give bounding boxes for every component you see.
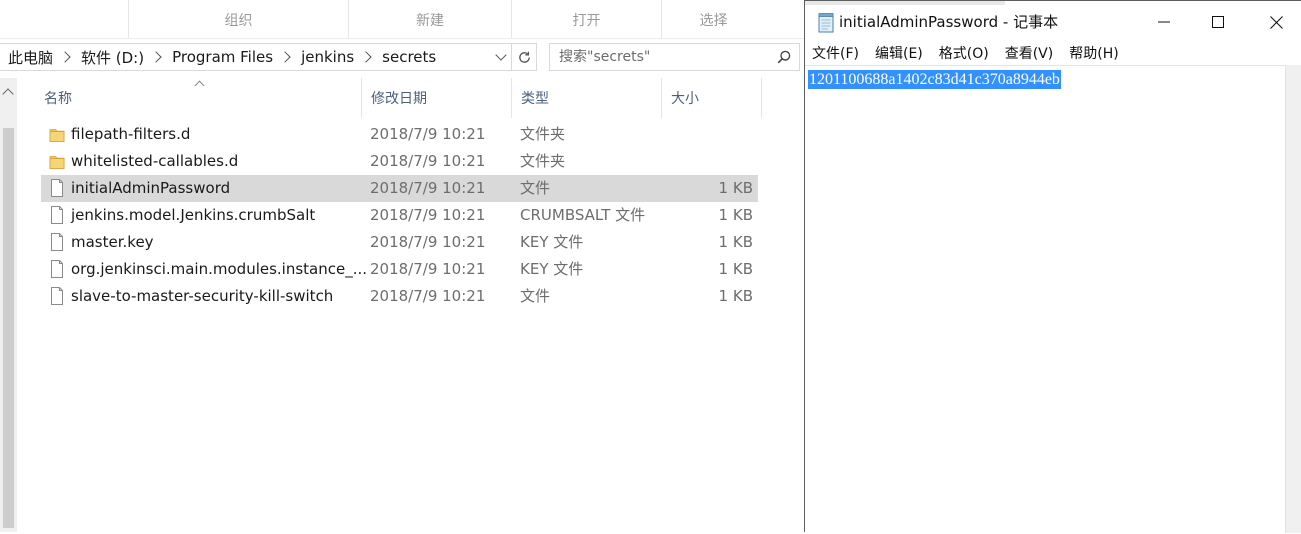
file-row[interactable]: whitelisted-callables.d 2018/7/9 10:21 文件夹 <box>41 148 758 175</box>
ribbon-group-organize[interactable]: 组织 <box>128 0 348 38</box>
file-modified-date: 2018/7/9 10:21 <box>370 287 486 305</box>
folder-icon <box>49 125 65 143</box>
notepad-window: initialAdminPassword - 记事本 文件(F) 编辑(E) 格… <box>804 0 1301 534</box>
file-modified-date: 2018/7/9 10:21 <box>370 179 486 197</box>
file-size: 1 KB <box>718 260 753 278</box>
ribbon-group-open[interactable]: 打开 <box>511 0 661 38</box>
file-icon <box>49 260 65 278</box>
notepad-menu-bar: 文件(F) 编辑(E) 格式(O) 查看(V) 帮助(H) <box>805 41 1301 65</box>
window-title: initialAdminPassword - 记事本 <box>839 13 1059 31</box>
maximize-icon <box>1212 16 1224 28</box>
column-header-modified[interactable]: 修改日期 <box>361 78 511 118</box>
ribbon: 组织 新建 打开 选择 <box>0 0 805 39</box>
ribbon-group-select[interactable]: 选择 <box>661 0 765 38</box>
file-modified-date: 2018/7/9 10:21 <box>370 233 486 251</box>
folder-icon <box>49 152 65 170</box>
file-row[interactable]: jenkins.model.Jenkins.crumbSalt 2018/7/9 … <box>41 202 758 229</box>
file-type: 文件 <box>520 287 551 305</box>
notepad-text-area[interactable]: 1201100688a1402c83d41c370a8944eb <box>805 65 1286 534</box>
file-row[interactable]: org.jenkinsci.main.modules.instance_... 2… <box>41 256 758 283</box>
file-name: jenkins.model.Jenkins.crumbSalt <box>71 206 316 224</box>
close-button[interactable] <box>1253 5 1299 39</box>
breadcrumb-secrets[interactable]: secrets <box>382 48 436 66</box>
file-row[interactable]: filepath-filters.d 2018/7/9 10:21 文件夹 <box>41 121 758 148</box>
file-size: 1 KB <box>718 233 753 251</box>
file-type: 文件夹 <box>520 152 566 170</box>
file-row[interactable]: initialAdminPassword 2018/7/9 10:21 文件 1 KB <box>41 175 758 202</box>
file-name: slave-to-master-security-kill-switch <box>71 287 334 305</box>
file-size: 1 KB <box>718 179 753 197</box>
minimize-button[interactable] <box>1141 5 1187 39</box>
file-modified-date: 2018/7/9 10:21 <box>370 206 486 224</box>
menu-file[interactable]: 文件(F) <box>811 43 860 63</box>
refresh-button[interactable] <box>512 43 537 71</box>
breadcrumb-separator-icon[interactable] <box>150 51 162 63</box>
file-type: CRUMBSALT 文件 <box>520 206 646 224</box>
file-modified-date: 2018/7/9 10:21 <box>370 260 486 278</box>
address-bar[interactable]: 此电脑 软件 (D:) Program Files jenkins secret… <box>0 43 512 71</box>
file-list: filepath-filters.d 2018/7/9 10:21 文件夹 white… <box>41 121 761 310</box>
file-icon <box>49 233 65 251</box>
notepad-title-bar[interactable]: initialAdminPassword - 记事本 <box>805 5 1301 41</box>
file-name: org.jenkinsci.main.modules.instance_... <box>71 260 368 278</box>
ribbon-group-new[interactable]: 新建 <box>348 0 511 38</box>
column-header-size[interactable]: 大小 <box>661 78 762 118</box>
selected-password-text[interactable]: 1201100688a1402c83d41c370a8944eb <box>808 70 1061 89</box>
breadcrumb-separator-icon[interactable] <box>59 51 71 63</box>
breadcrumb-this-pc[interactable]: 此电脑 <box>8 47 53 68</box>
menu-edit[interactable]: 编辑(E) <box>874 43 924 63</box>
breadcrumb-drive-d[interactable]: 软件 (D:) <box>81 47 144 68</box>
file-name: initialAdminPassword <box>71 179 231 197</box>
navigation-pane-scrollbar[interactable] <box>0 78 17 532</box>
minimize-icon <box>1158 21 1170 23</box>
file-name: filepath-filters.d <box>71 125 191 143</box>
search-icon <box>777 50 791 64</box>
notepad-vertical-scrollbar[interactable] <box>1285 65 1301 533</box>
file-type: KEY 文件 <box>520 233 584 251</box>
menu-format[interactable]: 格式(O) <box>938 43 990 63</box>
file-modified-date: 2018/7/9 10:21 <box>370 152 486 170</box>
breadcrumb-separator-icon[interactable] <box>360 51 372 63</box>
search-button[interactable] <box>777 50 791 68</box>
menu-view[interactable]: 查看(V) <box>1004 43 1055 63</box>
search-input[interactable] <box>559 49 759 65</box>
maximize-button[interactable] <box>1195 5 1241 39</box>
breadcrumb-jenkins[interactable]: jenkins <box>301 48 354 66</box>
address-history-dropdown-icon[interactable] <box>495 49 507 61</box>
scroll-up-icon[interactable] <box>2 88 14 100</box>
file-size: 1 KB <box>718 287 753 305</box>
file-type: 文件 <box>520 179 551 197</box>
file-name: whitelisted-callables.d <box>71 152 239 170</box>
file-type: 文件夹 <box>520 125 566 143</box>
refresh-icon <box>518 51 530 63</box>
file-name: master.key <box>71 233 154 251</box>
breadcrumb-program-files[interactable]: Program Files <box>172 48 273 66</box>
column-header: 名称 修改日期 类型 大小 <box>17 78 805 118</box>
file-explorer-window: 组织 新建 打开 选择 此电脑 软件 (D:) Program Files je… <box>0 0 805 532</box>
file-modified-date: 2018/7/9 10:21 <box>370 125 486 143</box>
file-icon <box>49 206 65 224</box>
breadcrumb-separator-icon[interactable] <box>279 51 291 63</box>
close-icon <box>1269 15 1283 29</box>
file-icon <box>49 287 65 305</box>
menu-help[interactable]: 帮助(H) <box>1068 43 1119 63</box>
column-header-type[interactable]: 类型 <box>511 78 661 118</box>
file-row[interactable]: master.key 2018/7/9 10:21 KEY 文件 1 KB <box>41 229 758 256</box>
search-box[interactable] <box>549 43 800 71</box>
file-icon <box>49 179 65 197</box>
file-size: 1 KB <box>718 206 753 224</box>
file-type: KEY 文件 <box>520 260 584 278</box>
file-row[interactable]: slave-to-master-security-kill-switch 2018… <box>41 283 758 310</box>
notepad-icon <box>818 13 834 33</box>
scrollbar-thumb[interactable] <box>3 128 14 528</box>
